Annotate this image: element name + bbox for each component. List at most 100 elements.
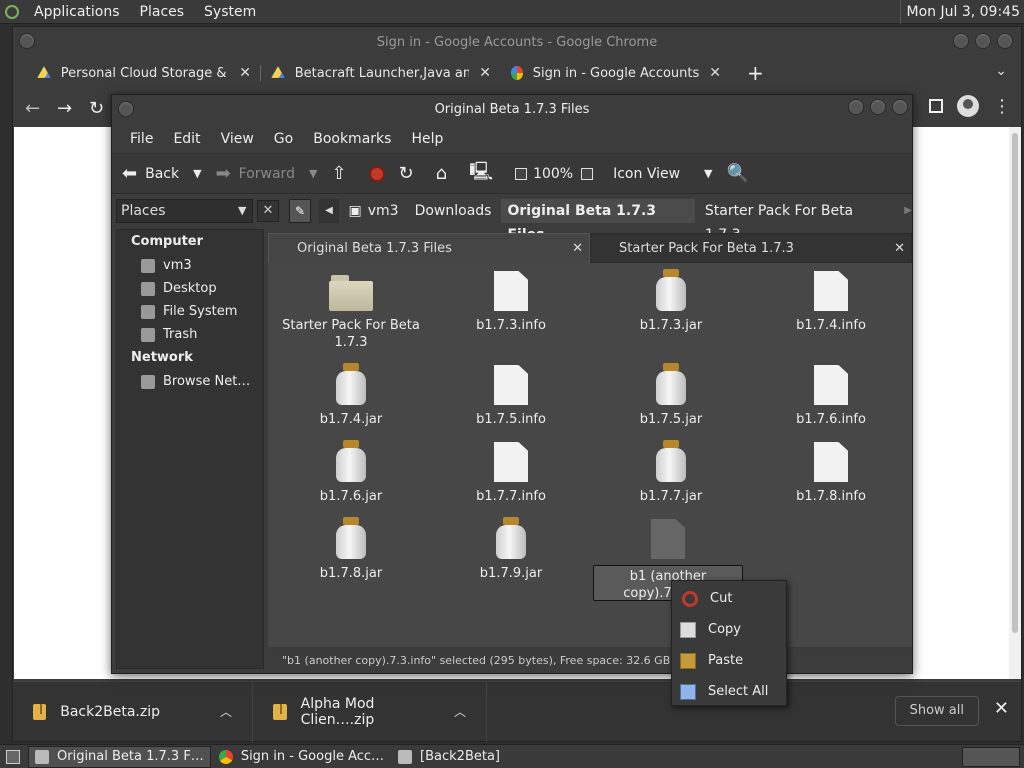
- new-tab-icon[interactable]: +: [747, 61, 764, 85]
- sidebar-item-browse-network[interactable]: Browse Net…: [117, 370, 263, 393]
- sidebar-item-desktop[interactable]: Desktop: [117, 277, 263, 300]
- home-button[interactable]: ⌂: [436, 163, 455, 184]
- breadcrumb-original-beta[interactable]: Original Beta 1.7.3 Files: [501, 198, 695, 243]
- maximize-icon[interactable]: [975, 33, 991, 49]
- file-item-starter-pack[interactable]: Starter Pack For Beta 1.7.3: [273, 273, 429, 351]
- menu-bookmarks[interactable]: Bookmarks: [305, 131, 399, 147]
- reload-button[interactable]: ↻: [399, 163, 422, 184]
- close-tab-icon[interactable]: ✕: [479, 65, 491, 81]
- breadcrumb-left-arrow-icon[interactable]: ◀: [319, 198, 339, 223]
- menu-edit[interactable]: Edit: [165, 131, 208, 147]
- breadcrumb-starter-pack[interactable]: Starter Pack For Beta 1.7.3: [699, 199, 890, 243]
- distro-logo-icon[interactable]: [0, 0, 24, 24]
- stop-button[interactable]: [368, 165, 385, 182]
- tab-starter-pack[interactable]: Starter Pack For Beta 1.7.3 ✕: [590, 233, 912, 263]
- file-item-b173-info[interactable]: b1.7.3.info: [433, 271, 589, 334]
- sidebar-item-vm3[interactable]: vm3: [117, 254, 263, 277]
- window-menu-icon[interactable]: [19, 33, 35, 49]
- places-menu[interactable]: Places: [130, 4, 195, 20]
- file-item-b174-info[interactable]: b1.7.4.info: [753, 271, 909, 334]
- close-icon[interactable]: [892, 99, 908, 115]
- up-button[interactable]: ⇧: [331, 163, 354, 184]
- taskbar-item-file-manager[interactable]: Original Beta 1.7.3 F…: [28, 745, 211, 768]
- forward-history-dropdown-icon[interactable]: ▼: [309, 167, 317, 180]
- file-item-b179-jar[interactable]: b1.7.9.jar: [433, 517, 589, 582]
- tab-search-chevron-icon[interactable]: ⌄: [995, 63, 1007, 79]
- chrome-tab-drive[interactable]: Personal Cloud Storage & File ✕: [27, 57, 261, 89]
- zoom-in-icon[interactable]: [581, 167, 594, 180]
- icon-view[interactable]: Starter Pack For Beta 1.7.3 b1.7.3.info …: [268, 263, 912, 647]
- edit-location-icon[interactable]: ✎: [288, 198, 312, 223]
- close-tab-icon[interactable]: ✕: [894, 234, 905, 264]
- file-item-b178-info[interactable]: b1.7.8.info: [753, 442, 909, 505]
- file-item-b173-jar[interactable]: b1.7.3.jar: [593, 269, 749, 334]
- context-menu-select-all[interactable]: Select All: [672, 676, 786, 707]
- download-item-alpha-mod[interactable]: Alpha Mod Clien….zip ︿: [253, 681, 487, 742]
- close-icon[interactable]: [997, 33, 1013, 49]
- back-arrow-icon[interactable]: ←: [25, 98, 57, 119]
- sidebar-type-select[interactable]: Places ▼: [116, 198, 254, 223]
- file-item-b176-info[interactable]: b1.7.6.info: [753, 365, 909, 428]
- taskbar-item-chrome[interactable]: Sign in - Google Acc…: [213, 746, 390, 768]
- scrollbar-thumb[interactable]: [1012, 133, 1018, 633]
- minimize-icon[interactable]: [848, 99, 864, 115]
- chrome-tab-signin[interactable]: Sign in - Google Accounts ✕: [501, 57, 731, 89]
- file-item-b174-jar[interactable]: b1.7.4.jar: [273, 363, 429, 428]
- zoom-control[interactable]: 100%: [515, 166, 599, 182]
- context-menu-copy[interactable]: Copy: [672, 614, 786, 645]
- taskbar-item-back2beta[interactable]: [Back2Beta]: [392, 746, 506, 768]
- close-sidebar-icon[interactable]: ✕: [257, 199, 279, 222]
- file-item-b177-info[interactable]: b1.7.7.info: [433, 442, 589, 505]
- file-manager-titlebar[interactable]: Original Beta 1.7.3 Files: [112, 95, 912, 125]
- context-menu-paste[interactable]: Paste: [672, 645, 786, 676]
- context-menu-cut[interactable]: Cut: [672, 583, 786, 614]
- taskbar-item-label: Sign in - Google Acc…: [240, 749, 385, 764]
- tab-original-beta[interactable]: Original Beta 1.7.3 Files ✕: [268, 233, 590, 263]
- applications-menu[interactable]: Applications: [24, 4, 130, 20]
- file-item-b177-jar[interactable]: b1.7.7.jar: [593, 440, 749, 505]
- chevron-up-icon[interactable]: ︿: [454, 703, 466, 720]
- menu-item-label: Cut: [710, 591, 733, 606]
- close-tab-icon[interactable]: ✕: [709, 65, 721, 81]
- chrome-titlebar[interactable]: Sign in - Google Accounts - Google Chrom…: [13, 27, 1021, 57]
- forward-button[interactable]: ➡ Forward ▼: [216, 163, 318, 184]
- file-item-b176-jar[interactable]: b1.7.6.jar: [273, 440, 429, 505]
- show-desktop-button[interactable]: [0, 746, 26, 768]
- breadcrumb-vm3[interactable]: ▣ vm3: [343, 199, 405, 223]
- back-button[interactable]: ⬅ Back ▼: [122, 163, 202, 184]
- download-item-back2beta[interactable]: Back2Beta.zip ︿: [13, 681, 253, 742]
- sidebar-item-file-system[interactable]: File System: [117, 300, 263, 323]
- close-download-bar-icon[interactable]: ✕: [994, 698, 1009, 719]
- file-item-b175-info[interactable]: b1.7.5.info: [433, 365, 589, 428]
- breadcrumb-right-arrow-icon[interactable]: ▶: [904, 205, 912, 216]
- computer-button[interactable]: 🖳: [469, 159, 501, 189]
- menu-view[interactable]: View: [213, 131, 262, 147]
- maximize-icon[interactable]: [870, 99, 886, 115]
- page-scrollbar[interactable]: [1009, 127, 1021, 679]
- close-tab-icon[interactable]: ✕: [572, 234, 583, 264]
- workspace-switcher[interactable]: [962, 747, 1020, 767]
- clock[interactable]: Mon Jul 3, 09:45: [899, 0, 1020, 24]
- forward-arrow-icon[interactable]: →: [57, 98, 89, 119]
- chrome-tab-betacraft[interactable]: Betacraft Launcher,Java and v ✕: [261, 57, 501, 89]
- side-panel-icon[interactable]: [929, 99, 943, 113]
- file-item-b175-jar[interactable]: b1.7.5.jar: [593, 363, 749, 428]
- zoom-out-icon[interactable]: [515, 167, 528, 180]
- menu-go[interactable]: Go: [266, 131, 301, 147]
- profile-avatar-icon[interactable]: [957, 95, 979, 117]
- window-menu-icon[interactable]: [118, 101, 134, 117]
- kebab-menu-icon[interactable]: ⋮: [993, 96, 1011, 117]
- menu-help[interactable]: Help: [403, 131, 451, 147]
- chevron-up-icon[interactable]: ︿: [220, 703, 232, 720]
- menu-file[interactable]: File: [122, 131, 161, 147]
- breadcrumb-downloads[interactable]: Downloads: [409, 199, 498, 223]
- show-all-button[interactable]: Show all: [894, 696, 979, 726]
- minimize-icon[interactable]: [953, 33, 969, 49]
- sidebar-item-trash[interactable]: Trash: [117, 323, 263, 346]
- close-tab-icon[interactable]: ✕: [239, 65, 251, 81]
- view-mode-select[interactable]: Icon View ▼: [613, 166, 712, 182]
- system-menu[interactable]: System: [194, 4, 266, 20]
- back-history-dropdown-icon[interactable]: ▼: [193, 167, 201, 180]
- file-item-b178-jar[interactable]: b1.7.8.jar: [273, 517, 429, 582]
- search-button[interactable]: 🔍: [727, 163, 757, 184]
